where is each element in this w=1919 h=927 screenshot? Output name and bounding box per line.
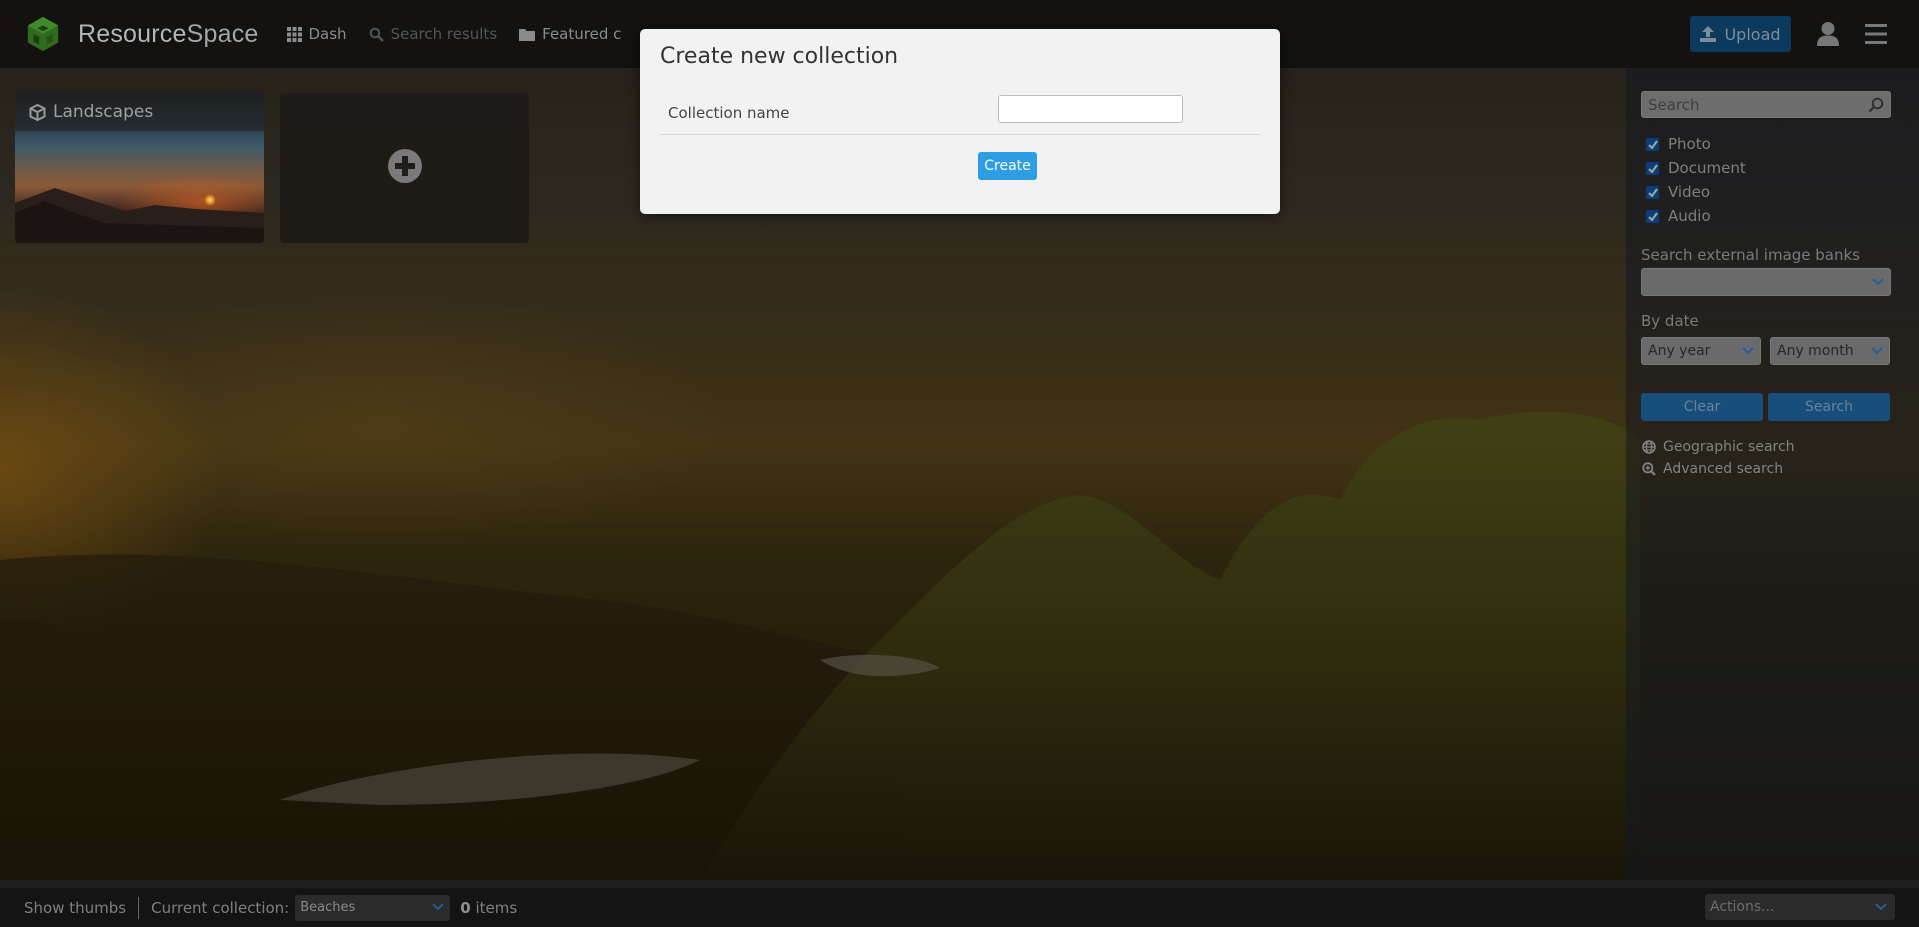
current-collection-select[interactable]: Beaches <box>295 894 451 921</box>
divider <box>138 896 140 919</box>
resourcespace-logo-icon <box>27 16 59 52</box>
tile-title-bar: Landscapes <box>15 93 264 131</box>
chevron-down-icon <box>1871 343 1883 359</box>
video-checkbox[interactable] <box>1646 185 1659 199</box>
search-button[interactable]: Search <box>1768 393 1890 421</box>
filter-audio[interactable]: Audio <box>1646 204 1746 228</box>
filter-video-label: Video <box>1668 183 1711 201</box>
upload-label: Upload <box>1724 24 1781 44</box>
filter-audio-label: Audio <box>1668 207 1711 225</box>
by-date-label: By date <box>1641 312 1699 330</box>
hamburger-menu-icon[interactable] <box>1865 24 1887 44</box>
globe-icon <box>1642 440 1656 454</box>
simple-search-box <box>1641 91 1891 118</box>
grid-icon <box>286 26 302 42</box>
search-icon[interactable] <box>1868 97 1884 113</box>
plus-circle-icon <box>387 148 423 188</box>
year-value: Any year <box>1648 343 1711 359</box>
audio-checkbox[interactable] <box>1646 209 1659 223</box>
modal-title: Create new collection <box>660 44 899 69</box>
zoom-in-icon <box>1642 462 1656 476</box>
month-value: Any month <box>1777 343 1854 359</box>
header-actions: Upload <box>1690 0 1919 68</box>
tile-title: Landscapes <box>53 102 154 122</box>
upload-button[interactable]: Upload <box>1690 16 1791 52</box>
search-sidebar: Photo Document Video Audio Search extern… <box>1626 68 1919 880</box>
search-input[interactable] <box>1642 92 1868 117</box>
month-select[interactable]: Any month <box>1770 337 1890 365</box>
filter-video[interactable]: Video <box>1646 180 1746 204</box>
item-count: 0 items <box>460 899 517 917</box>
nav-search-results-label: Search results <box>390 25 498 43</box>
chevron-down-icon <box>1742 343 1754 359</box>
logo[interactable]: ResourceSpace <box>24 15 259 53</box>
geographic-search-label: Geographic search <box>1663 439 1795 455</box>
show-thumbs-link[interactable]: Show thumbs <box>24 899 126 917</box>
upload-icon <box>1700 26 1717 42</box>
nav-dash[interactable]: Dash <box>286 25 347 43</box>
advanced-search-link[interactable]: Advanced search <box>1642 461 1783 477</box>
collection-bar: Show thumbs Current collection: Beaches … <box>0 880 1919 927</box>
create-button[interactable]: Create <box>978 152 1037 180</box>
collection-name-row: Collection name <box>660 93 1260 135</box>
nav-featured-collections[interactable]: Featured c <box>519 25 621 43</box>
year-select[interactable]: Any year <box>1641 337 1761 365</box>
folder-icon <box>519 28 536 41</box>
create-collection-modal: Create new collection Collection name Cr… <box>640 29 1280 214</box>
chevron-down-icon <box>1875 899 1887 915</box>
item-count-label: items <box>475 898 518 917</box>
dash-tile-landscapes[interactable]: Landscapes <box>15 93 264 243</box>
collection-name-input[interactable] <box>998 95 1183 123</box>
clear-button[interactable]: Clear <box>1641 393 1763 421</box>
external-banks-label: Search external image banks <box>1641 246 1861 264</box>
user-icon[interactable] <box>1817 22 1839 46</box>
main-nav: Dash Search results Featured c <box>286 25 644 43</box>
chevron-down-icon <box>432 900 444 915</box>
brand-primary: Resource <box>78 19 187 48</box>
advanced-search-label: Advanced search <box>1663 461 1784 477</box>
resource-type-filters: Photo Document Video Audio <box>1646 132 1746 228</box>
item-count-number: 0 <box>460 898 471 917</box>
filter-photo[interactable]: Photo <box>1646 132 1746 156</box>
app-title: ResourceSpace <box>78 20 259 49</box>
brand-secondary: Space <box>186 19 259 48</box>
filter-document-label: Document <box>1668 159 1746 177</box>
geographic-search-link[interactable]: Geographic search <box>1642 439 1795 455</box>
chevron-down-icon <box>1872 274 1884 290</box>
external-banks-select[interactable] <box>1641 268 1891 296</box>
photo-checkbox[interactable] <box>1646 137 1659 151</box>
current-collection-value: Beaches <box>300 900 356 915</box>
tile-thumbnail-mountains <box>15 188 264 243</box>
nav-featured-collections-label: Featured c <box>542 25 622 43</box>
collection-name-label: Collection name <box>668 104 790 122</box>
filter-document[interactable]: Document <box>1646 156 1746 180</box>
nav-search-results[interactable]: Search results <box>369 25 498 43</box>
actions-select[interactable]: Actions... <box>1705 894 1895 920</box>
add-dash-tile-button[interactable] <box>280 93 529 243</box>
cube-icon <box>29 103 46 121</box>
current-collection-label: Current collection: <box>151 898 290 917</box>
document-checkbox[interactable] <box>1646 161 1659 175</box>
search-icon <box>369 27 384 42</box>
filter-photo-label: Photo <box>1668 135 1711 153</box>
nav-dash-label: Dash <box>308 25 347 43</box>
actions-placeholder: Actions... <box>1710 899 1775 915</box>
